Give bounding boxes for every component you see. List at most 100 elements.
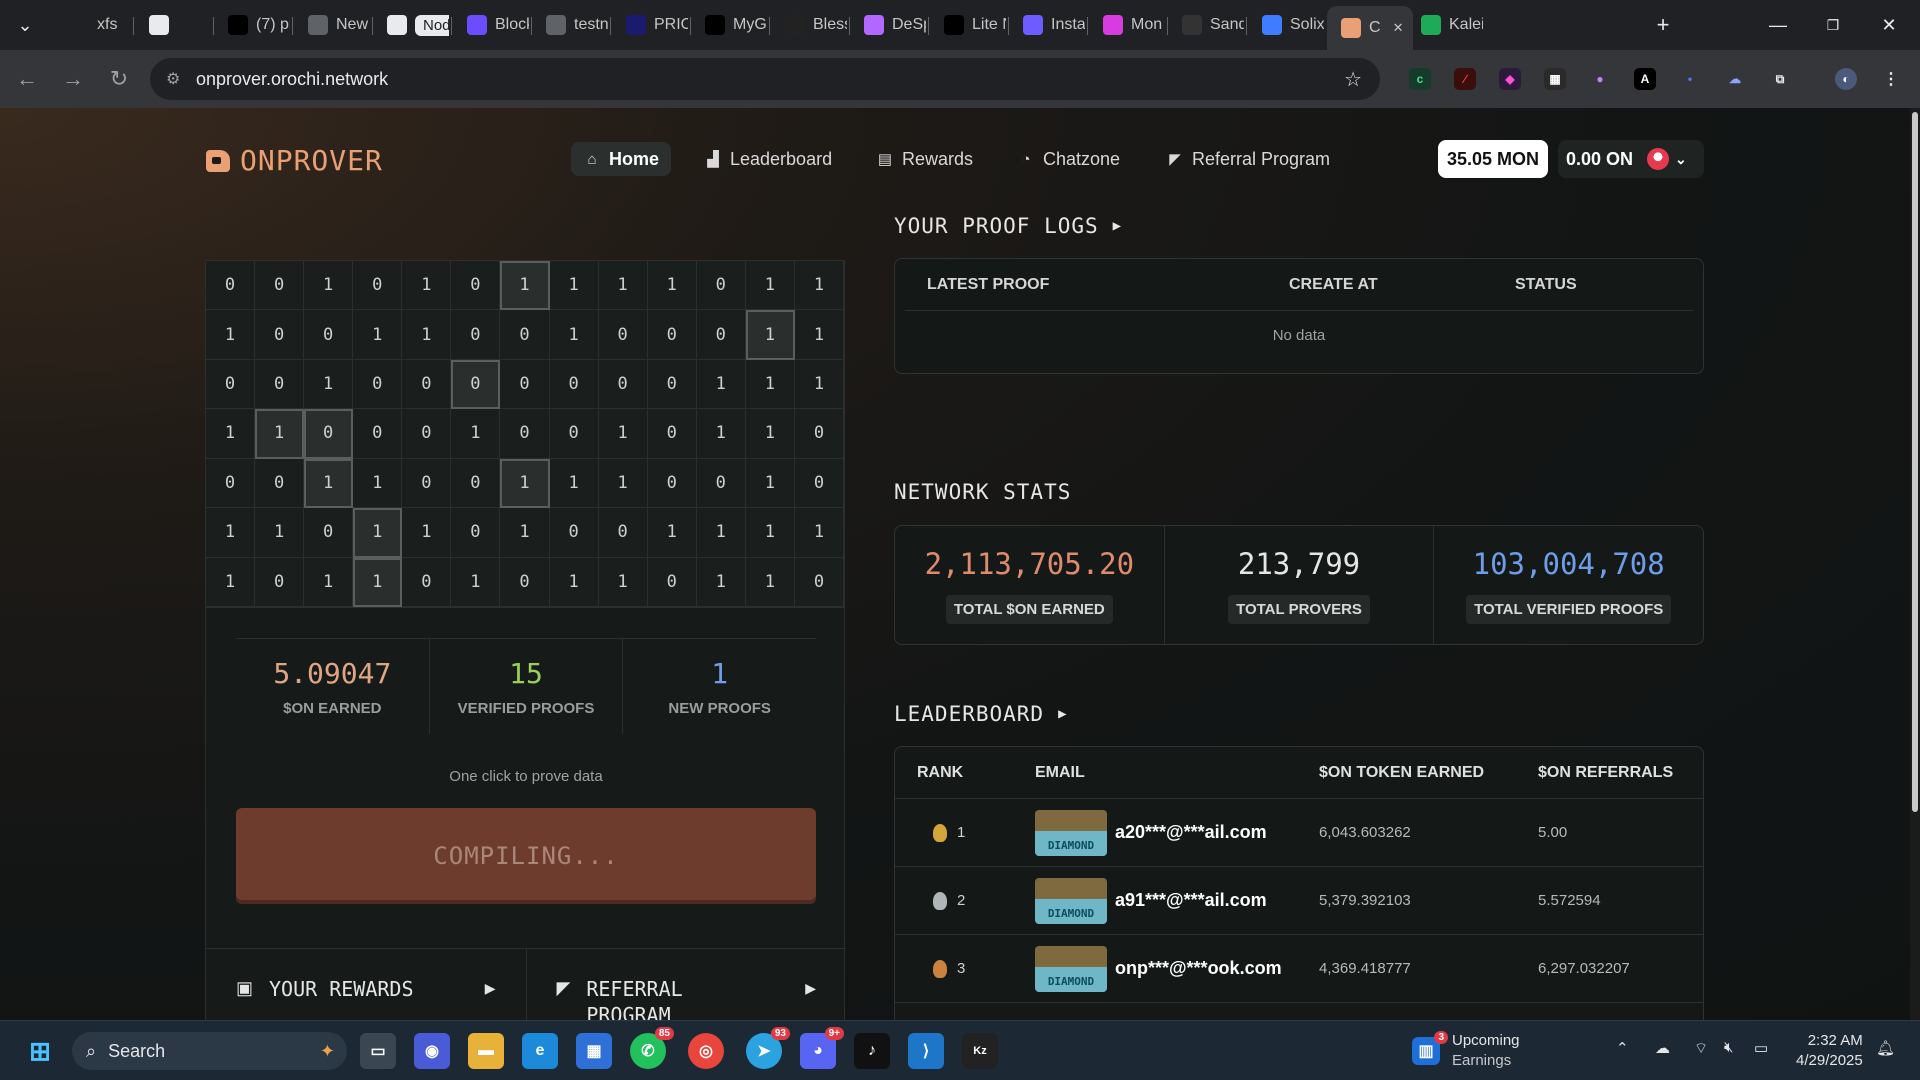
- tab-search-icon[interactable]: ⌄: [6, 10, 44, 40]
- earnings-widget-icon[interactable]: ▥ 3: [1412, 1031, 1448, 1065]
- grid-cell: 1: [745, 508, 795, 558]
- browser-tab[interactable]: testn: [532, 8, 608, 42]
- referrals-cell: 5.00: [1538, 824, 1568, 841]
- store-icon[interactable]: ▦: [576, 1033, 612, 1069]
- windows-start-icon[interactable]: ⊞: [22, 1033, 58, 1069]
- grid-cell: 0: [255, 458, 305, 509]
- extension-icon[interactable]: ☁: [1724, 68, 1746, 90]
- browser-tab[interactable]: Solix: [1248, 8, 1324, 42]
- browser-tab[interactable]: C ✕: [1327, 6, 1413, 50]
- battery-icon[interactable]: ▭: [1754, 1039, 1768, 1057]
- browser-tab[interactable]: Instar: [1009, 8, 1085, 42]
- taskbar-search[interactable]: ⌕ Search ✦: [72, 1032, 347, 1070]
- grid-cell: 1: [745, 458, 795, 509]
- on-balance-dropdown[interactable]: 0.00 ON ⌄: [1558, 140, 1704, 178]
- tab-close-icon[interactable]: ✕: [1393, 20, 1404, 36]
- discord-icon[interactable]: ◕ 9+: [800, 1027, 844, 1069]
- rank-value: 2: [957, 892, 966, 909]
- your-rewards-tab[interactable]: ▣ YOUR REWARDS ▶: [206, 949, 527, 1020]
- minimize-button[interactable]: —: [1755, 10, 1801, 40]
- table-row[interactable]: 1 DIAMOND a20***@***ail.com 6,043.603262…: [895, 799, 1703, 867]
- telegram-icon[interactable]: ➤ 93: [746, 1027, 790, 1069]
- back-icon[interactable]: ←: [12, 64, 42, 94]
- reload-icon[interactable]: ↻: [104, 64, 134, 94]
- compile-button[interactable]: COMPILING...: [236, 808, 816, 904]
- puzzle-icon[interactable]: ⧉: [1769, 68, 1791, 90]
- close-window-button[interactable]: ✕: [1866, 10, 1912, 40]
- grid-cell: 1: [696, 409, 746, 459]
- onedrive-icon[interactable]: ☁: [1655, 1039, 1670, 1057]
- site-info-icon[interactable]: ⚙: [166, 69, 180, 89]
- nav-leaderboard[interactable]: ▟ Leaderboard: [692, 142, 844, 176]
- scrollbar-thumb[interactable]: [1912, 112, 1918, 812]
- notification-bell-icon[interactable]: 🔔︎: [1876, 1039, 1895, 1057]
- browser-tab[interactable]: New: [294, 8, 370, 42]
- chevron-up-icon[interactable]: ⌃: [1616, 1039, 1629, 1057]
- leaderboard-title[interactable]: LEADERBOARD ▶: [894, 702, 1068, 726]
- browser-tab[interactable]: Mon: [1089, 8, 1165, 42]
- site-logo[interactable]: ONPROVER: [206, 144, 383, 177]
- grid-cell: 0: [451, 310, 501, 360]
- column-header: LATEST PROOF: [927, 275, 1050, 293]
- page-scrollbar[interactable]: [1910, 108, 1920, 1020]
- bookmark-star-icon[interactable]: ☆: [1344, 67, 1362, 92]
- table-row[interactable]: 3 DIAMOND onp***@***ook.com 4,369.418777…: [895, 935, 1703, 1003]
- profile-avatar[interactable]: ◐: [1835, 68, 1857, 90]
- extension-icon[interactable]: c: [1409, 68, 1431, 90]
- tiktok-icon[interactable]: ♪: [854, 1033, 890, 1069]
- grid-cell: 1: [353, 508, 403, 558]
- browser-tab[interactable]: Bless: [771, 8, 847, 42]
- meet-icon[interactable]: ◉: [414, 1033, 450, 1069]
- nav-rewards[interactable]: ▤ Rewards: [864, 142, 985, 176]
- browser-tab[interactable]: Nodes: [373, 8, 449, 42]
- browser-tab[interactable]: xfs: [55, 8, 131, 42]
- new-tab-button[interactable]: +: [1640, 10, 1686, 40]
- proof-logs-title[interactable]: YOUR PROOF LOGS ▶: [894, 214, 1122, 238]
- nav-chatzone[interactable]: ◔ Chatzone: [1005, 142, 1132, 176]
- restore-button[interactable]: ❐: [1810, 10, 1856, 40]
- wifi-icon[interactable]: ⌔: [1694, 1039, 1708, 1058]
- network-stat-value: 2,113,705.20: [924, 546, 1135, 581]
- kiezy-icon[interactable]: Kz: [962, 1033, 998, 1069]
- browser-tab[interactable]: MyGa: [691, 8, 767, 42]
- extension-icon[interactable]: ∕: [1454, 68, 1476, 90]
- file-explorer-icon[interactable]: ▬: [468, 1033, 504, 1069]
- extension-icon[interactable]: A: [1634, 68, 1656, 90]
- menu-icon[interactable]: ⋮: [1880, 68, 1902, 90]
- diamond-badge: DIAMOND: [1035, 809, 1107, 856]
- grid-cell: 1: [304, 359, 354, 410]
- table-row[interactable]: 2 DIAMOND a91***@***ail.com 5,379.392103…: [895, 867, 1703, 935]
- browser-tab[interactable]: Block: [453, 8, 529, 42]
- referral-program-tab[interactable]: ◤ REFERRAL PROGRAM ▶: [527, 949, 847, 1021]
- browser-tab[interactable]: Kalei: [1407, 8, 1483, 42]
- earned-cell: 5,379.392103: [1319, 892, 1411, 909]
- extension-icon[interactable]: ◆: [1499, 68, 1521, 90]
- earnings-widget[interactable]: Upcoming Earnings: [1452, 1031, 1520, 1071]
- browser-tab[interactable]: Sand: [1168, 8, 1244, 42]
- vscode-icon[interactable]: ⟩: [908, 1033, 944, 1069]
- edge-icon[interactable]: e: [522, 1033, 558, 1069]
- forward-icon[interactable]: →: [58, 64, 88, 94]
- arrow-right-icon: ▶: [484, 980, 496, 996]
- browser-tab[interactable]: Lite N: [930, 8, 1006, 42]
- chrome-icon[interactable]: ◎: [688, 1033, 724, 1069]
- mon-balance[interactable]: 35.05 MON: [1438, 140, 1548, 178]
- task-view-icon[interactable]: ▭: [360, 1033, 396, 1069]
- extension-icon[interactable]: ▦: [1544, 68, 1566, 90]
- address-bar[interactable]: ⚙ onprover.orochi.network ☆: [150, 58, 1380, 100]
- megaphone-icon: ◤: [1169, 151, 1181, 168]
- browser-tab[interactable]: [135, 8, 211, 42]
- extension-icon[interactable]: ●: [1589, 68, 1611, 90]
- tab-title: Block: [495, 16, 529, 33]
- grid-cell: 1: [745, 261, 795, 311]
- whatsapp-icon[interactable]: ✆ 85: [630, 1027, 674, 1069]
- nav-referral[interactable]: ◤ Referral Program: [1154, 142, 1342, 176]
- nav-home[interactable]: ⌂ Home: [571, 142, 672, 176]
- grid-cell: 1: [598, 261, 648, 311]
- browser-tab[interactable]: PRIO: [612, 8, 688, 42]
- volume-muted-icon[interactable]: 🔇︎: [1724, 1039, 1733, 1056]
- extension-icon[interactable]: •: [1679, 68, 1701, 90]
- clock[interactable]: 2:32 AM 4/29/2025: [1796, 1031, 1863, 1071]
- browser-tab[interactable]: (7) pi: [214, 8, 290, 42]
- browser-tab[interactable]: DeSp: [850, 8, 926, 42]
